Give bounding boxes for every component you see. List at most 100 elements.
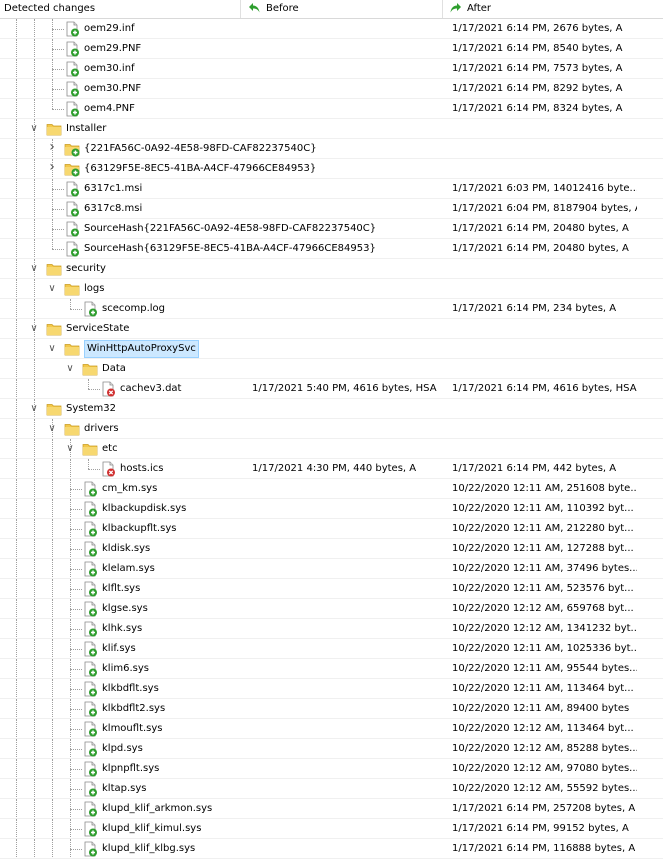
chevron-down-icon[interactable]: ∨ bbox=[47, 423, 57, 435]
tree-row[interactable]: cm_km.sys 10/22/2020 12:11 AM, 251608 byt… bbox=[0, 479, 663, 499]
tree-item-name[interactable]: oem4.PNF bbox=[84, 99, 135, 119]
tree-row[interactable]: klflt.sys 10/22/2020 12:11 AM, 523576 byt… bbox=[0, 579, 663, 599]
tree-row[interactable]: ∨ ServiceState bbox=[0, 319, 663, 339]
tree-row[interactable]: oem30.inf 1/17/2021 6:14 PM, 7573 bytes, … bbox=[0, 59, 663, 79]
tree-row[interactable]: oem29.inf 1/17/2021 6:14 PM, 2676 bytes, … bbox=[0, 19, 663, 39]
tree-row[interactable]: ∨ Data bbox=[0, 359, 663, 379]
tree-item-name[interactable]: klelam.sys bbox=[102, 559, 155, 579]
tree-item-name[interactable]: WinHttpAutoProxySvc bbox=[84, 340, 199, 358]
tree-item-name[interactable]: ServiceState bbox=[66, 319, 129, 339]
tree-item-name[interactable]: klif.sys bbox=[102, 639, 136, 659]
tree-row[interactable]: 6317c1.msi 1/17/2021 6:03 PM, 14012416 by… bbox=[0, 179, 663, 199]
tree-row[interactable]: ∨ etc bbox=[0, 439, 663, 459]
tree-item-name[interactable]: oem29.PNF bbox=[84, 39, 141, 59]
tree-row[interactable]: klgse.sys 10/22/2020 12:12 AM, 659768 byt… bbox=[0, 599, 663, 619]
tree-item-name[interactable]: drivers bbox=[84, 419, 119, 439]
chevron-right-icon[interactable]: › bbox=[47, 160, 57, 174]
tree-row[interactable]: oem4.PNF 1/17/2021 6:14 PM, 8324 bytes, A bbox=[0, 99, 663, 119]
tree-item-name[interactable]: etc bbox=[102, 439, 118, 459]
tree-row[interactable]: klkbdflt2.sys 10/22/2020 12:11 AM, 89400 … bbox=[0, 699, 663, 719]
tree-item-name[interactable]: klpnpflt.sys bbox=[102, 759, 159, 779]
tree-item-name[interactable]: logs bbox=[84, 279, 104, 299]
tree-item-name[interactable]: klupd_klif_kimul.sys bbox=[102, 819, 201, 839]
tree-item-name[interactable]: oem30.PNF bbox=[84, 79, 141, 99]
tree-row[interactable]: klmouflt.sys 10/22/2020 12:12 AM, 113464 … bbox=[0, 719, 663, 739]
tree-row[interactable]: SourceHash{221FA56C-0A92-4E58-98FD-CAF82… bbox=[0, 219, 663, 239]
tree-row[interactable]: oem30.PNF 1/17/2021 6:14 PM, 8292 bytes, … bbox=[0, 79, 663, 99]
tree-row[interactable]: ∨ security bbox=[0, 259, 663, 279]
changes-tree[interactable]: oem29.inf 1/17/2021 6:14 PM, 2676 bytes, … bbox=[0, 19, 663, 860]
tree-item-name[interactable]: klupd_klif_klbg.sys bbox=[102, 839, 195, 859]
tree-item-name[interactable]: hosts.ics bbox=[120, 459, 163, 479]
chevron-down-icon[interactable]: ∨ bbox=[47, 343, 57, 355]
tree-row[interactable]: › {221FA56C-0A92-4E58-98FD-CAF82237540C} bbox=[0, 139, 663, 159]
tree-guide-line bbox=[34, 799, 35, 819]
tree-item-name[interactable]: Data bbox=[102, 359, 126, 379]
tree-row[interactable]: klupd_klif_klbg.sys 1/17/2021 6:14 PM, 11… bbox=[0, 839, 663, 859]
tree-item-name[interactable]: {221FA56C-0A92-4E58-98FD-CAF82237540C} bbox=[84, 139, 317, 159]
tree-row[interactable]: klkbdflt.sys 10/22/2020 12:11 AM, 113464 … bbox=[0, 679, 663, 699]
tree-row[interactable]: oem29.PNF 1/17/2021 6:14 PM, 8540 bytes, … bbox=[0, 39, 663, 59]
column-detected-changes[interactable]: Detected changes bbox=[0, 0, 241, 18]
tree-row[interactable]: klhk.sys 10/22/2020 12:12 AM, 1341232 byt… bbox=[0, 619, 663, 639]
tree-row[interactable]: ∨ Installer bbox=[0, 119, 663, 139]
chevron-down-icon[interactable]: ∨ bbox=[29, 123, 39, 135]
tree-row[interactable]: › {63129F5E-8EC5-41BA-A4CF-47966CE84953} bbox=[0, 159, 663, 179]
tree-item-name[interactable]: klgse.sys bbox=[102, 599, 148, 619]
tree-item-name[interactable]: SourceHash{221FA56C-0A92-4E58-98FD-CAF82… bbox=[84, 219, 376, 239]
chevron-down-icon[interactable]: ∨ bbox=[29, 263, 39, 275]
tree-row[interactable]: klelam.sys 10/22/2020 12:11 AM, 37496 byt… bbox=[0, 559, 663, 579]
tree-row[interactable]: ∨ WinHttpAutoProxySvc bbox=[0, 339, 663, 359]
chevron-down-icon[interactable]: ∨ bbox=[47, 283, 57, 295]
tree-item-name[interactable]: klkbdflt2.sys bbox=[102, 699, 165, 719]
tree-row[interactable]: ∨ drivers bbox=[0, 419, 663, 439]
tree-item-name[interactable]: System32 bbox=[66, 399, 116, 419]
tree-item-name[interactable]: 6317c8.msi bbox=[84, 199, 142, 219]
tree-item-name[interactable]: klbackupdisk.sys bbox=[102, 499, 186, 519]
tree-row[interactable]: 6317c8.msi 1/17/2021 6:04 PM, 8187904 byt… bbox=[0, 199, 663, 219]
tree-row[interactable]: hosts.ics 1/17/2021 4:30 PM, 440 bytes, A… bbox=[0, 459, 663, 479]
tree-row[interactable]: ∨ System32 bbox=[0, 399, 663, 419]
tree-item-name[interactable]: kldisk.sys bbox=[102, 539, 150, 559]
chevron-down-icon[interactable]: ∨ bbox=[29, 323, 39, 335]
column-after[interactable]: After bbox=[443, 0, 663, 18]
tree-item-name[interactable]: scecomp.log bbox=[102, 299, 165, 319]
tree-item-name[interactable]: kltap.sys bbox=[102, 779, 146, 799]
tree-item-name[interactable]: {63129F5E-8EC5-41BA-A4CF-47966CE84953} bbox=[84, 159, 316, 179]
tree-row[interactable]: klbackupflt.sys 10/22/2020 12:11 AM, 2122… bbox=[0, 519, 663, 539]
tree-row[interactable]: kltap.sys 10/22/2020 12:12 AM, 55592 byte… bbox=[0, 779, 663, 799]
tree-item-name[interactable]: klim6.sys bbox=[102, 659, 149, 679]
tree-row[interactable]: klupd_klif_arkmon.sys 1/17/2021 6:14 PM, … bbox=[0, 799, 663, 819]
tree-row[interactable]: klif.sys 10/22/2020 12:11 AM, 1025336 byt… bbox=[0, 639, 663, 659]
tree-row[interactable]: klupd_klif_kimul.sys 1/17/2021 6:14 PM, 9… bbox=[0, 819, 663, 839]
tree-item-name[interactable]: klmouflt.sys bbox=[102, 719, 163, 739]
tree-row[interactable]: klim6.sys 10/22/2020 12:11 AM, 95544 byte… bbox=[0, 659, 663, 679]
tree-row[interactable]: cachev3.dat 1/17/2021 5:40 PM, 4616 bytes… bbox=[0, 379, 663, 399]
tree-item-name[interactable]: Installer bbox=[66, 119, 106, 139]
tree-item-name[interactable]: cm_km.sys bbox=[102, 479, 157, 499]
tree-item-name[interactable]: klbackupflt.sys bbox=[102, 519, 176, 539]
tree-item-name[interactable]: klhk.sys bbox=[102, 619, 142, 639]
chevron-down-icon[interactable]: ∨ bbox=[65, 443, 75, 455]
tree-item-name[interactable]: SourceHash{63129F5E-8EC5-41BA-A4CF-47966… bbox=[84, 239, 376, 259]
tree-row[interactable]: klbackupdisk.sys 10/22/2020 12:11 AM, 110… bbox=[0, 499, 663, 519]
chevron-right-icon[interactable]: › bbox=[47, 140, 57, 154]
tree-row[interactable]: ∨ logs bbox=[0, 279, 663, 299]
tree-item-name[interactable]: security bbox=[66, 259, 106, 279]
tree-row[interactable]: klpd.sys 10/22/2020 12:12 AM, 85288 bytes… bbox=[0, 739, 663, 759]
tree-item-name[interactable]: oem30.inf bbox=[84, 59, 135, 79]
tree-item-name[interactable]: oem29.inf bbox=[84, 19, 135, 39]
chevron-down-icon[interactable]: ∨ bbox=[29, 403, 39, 415]
tree-item-name[interactable]: cachev3.dat bbox=[120, 379, 181, 399]
tree-row[interactable]: scecomp.log 1/17/2021 6:14 PM, 234 bytes,… bbox=[0, 299, 663, 319]
tree-item-name[interactable]: klpd.sys bbox=[102, 739, 143, 759]
tree-item-name[interactable]: klupd_klif_arkmon.sys bbox=[102, 799, 212, 819]
tree-row[interactable]: klpnpflt.sys 10/22/2020 12:12 AM, 97080 b… bbox=[0, 759, 663, 779]
tree-row[interactable]: SourceHash{63129F5E-8EC5-41BA-A4CF-47966… bbox=[0, 239, 663, 259]
column-before[interactable]: Before bbox=[241, 0, 443, 18]
tree-row[interactable]: kldisk.sys 10/22/2020 12:11 AM, 127288 by… bbox=[0, 539, 663, 559]
tree-item-name[interactable]: klkbdflt.sys bbox=[102, 679, 159, 699]
tree-item-name[interactable]: 6317c1.msi bbox=[84, 179, 142, 199]
tree-item-name[interactable]: klflt.sys bbox=[102, 579, 140, 599]
chevron-down-icon[interactable]: ∨ bbox=[65, 363, 75, 375]
